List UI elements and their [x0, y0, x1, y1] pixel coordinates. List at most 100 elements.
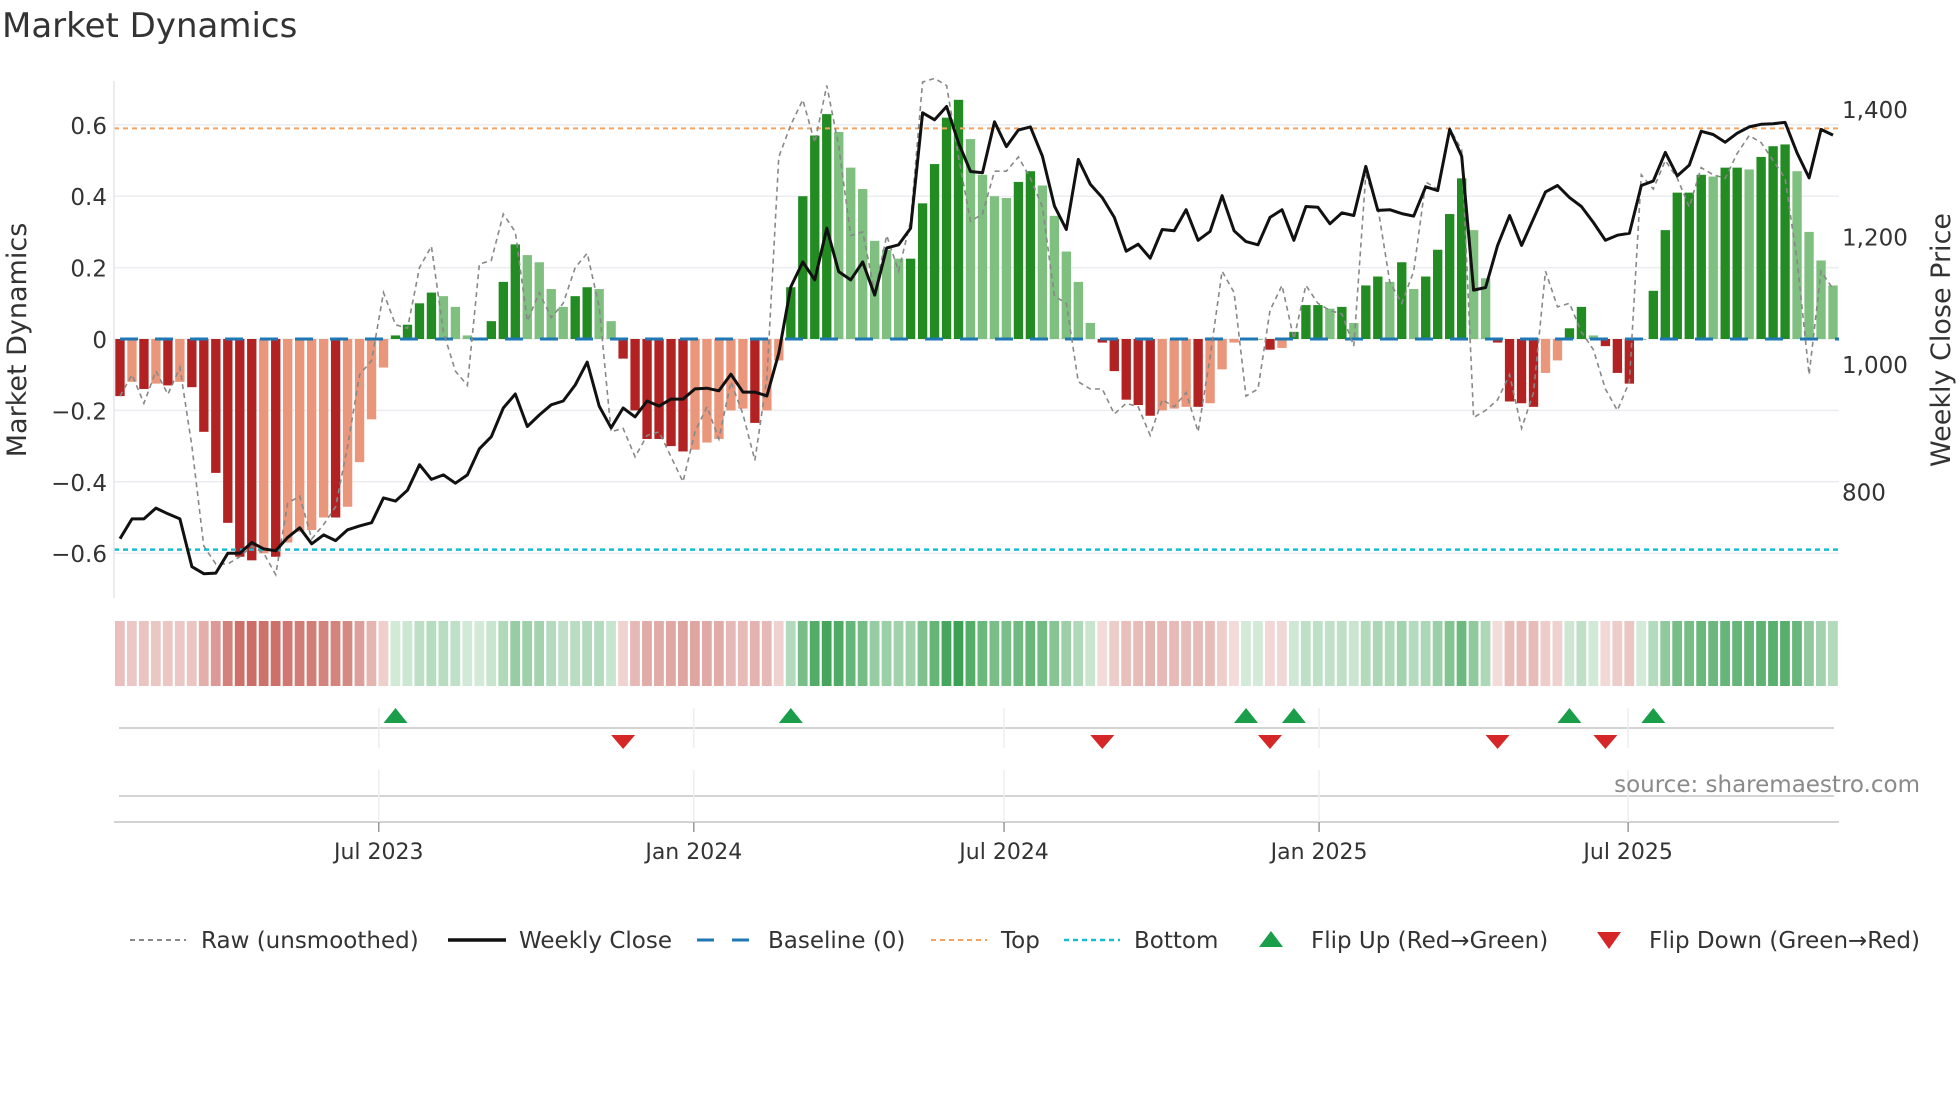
dynamics-bar — [1205, 339, 1215, 404]
heat-cell — [1744, 621, 1754, 686]
dynamics-bar — [235, 339, 245, 557]
heat-cell — [1468, 621, 1479, 686]
dynamics-bar — [498, 281, 508, 339]
dynamics-bar — [510, 244, 520, 339]
dynamics-bar — [1540, 339, 1551, 373]
dynamics-bar — [558, 306, 568, 339]
y2-tick-label: 1,200 — [1842, 226, 1908, 252]
dynamics-bar — [834, 131, 844, 339]
heat-cell — [1360, 621, 1371, 686]
heat-cell — [821, 621, 832, 686]
heat-cell — [258, 621, 269, 686]
dynamics-bar — [223, 339, 233, 523]
dynamics-bar — [1756, 156, 1766, 339]
market-dynamics-chart: −0.6 −0.4 −0.2 0 0.2 0.4 0.6 800 1,000 1,200 1,400… — [2, 77, 1957, 954]
dynamics-bar — [283, 339, 293, 543]
heat-cell — [1061, 621, 1072, 686]
heat-cell — [606, 621, 616, 686]
dynamics-bar — [989, 196, 1000, 339]
heat-cell — [498, 621, 509, 686]
heat-cell — [246, 621, 257, 686]
y-tick-label: 0.4 — [70, 185, 107, 211]
heat-cell — [426, 621, 437, 686]
heat-cell — [1109, 621, 1120, 686]
heat-cell — [809, 621, 820, 686]
flip-down-marker — [1485, 735, 1510, 749]
legend-label-raw: Raw (unsmoothed) — [201, 928, 419, 954]
dynamics-bar — [1648, 290, 1658, 339]
heat-cell — [402, 621, 413, 686]
flip-markers — [114, 708, 1839, 832]
x-tick-label: Jan 2024 — [643, 840, 742, 865]
dynamics-bar — [271, 339, 281, 557]
dynamics-bar — [1121, 339, 1131, 400]
heat-cell — [1253, 621, 1263, 686]
heat-cell — [1768, 621, 1778, 686]
dynamics-bar — [1528, 339, 1539, 407]
x-tick-label: Jul 2024 — [957, 840, 1049, 865]
heat-cell — [1492, 621, 1503, 686]
dynamics-bar — [426, 292, 437, 339]
heat-cell — [678, 621, 688, 686]
flip-down-marker — [611, 735, 636, 749]
dynamics-bar — [1672, 192, 1682, 339]
heat-cell — [618, 621, 628, 686]
dynamics-bar — [1828, 285, 1838, 339]
heat-strip — [115, 621, 1838, 686]
heat-cell — [1013, 621, 1024, 686]
flip-down-marker — [1090, 735, 1115, 749]
heat-cell — [1324, 621, 1335, 686]
heat-cell — [1720, 621, 1730, 686]
dynamics-bar — [1025, 171, 1036, 339]
heat-cell — [1732, 621, 1742, 686]
heat-cell — [1097, 621, 1108, 686]
raw-line — [119, 77, 1834, 577]
heat-cell — [654, 621, 664, 686]
dynamics-bar — [163, 339, 173, 386]
heat-cell — [234, 621, 245, 686]
heat-cell — [941, 621, 952, 686]
flip-up-marker — [1641, 708, 1666, 723]
heat-cell — [306, 621, 317, 686]
dynamics-bar — [1013, 181, 1024, 339]
dynamics-bar — [546, 289, 556, 339]
dynamics-bar — [1157, 339, 1167, 411]
dynamics-bar — [606, 321, 616, 339]
heat-cell — [1181, 621, 1191, 686]
heat-cell — [1193, 621, 1203, 686]
dynamics-bar — [618, 339, 628, 359]
heat-cell — [450, 621, 461, 686]
x-tick-label: Jul 2023 — [332, 840, 424, 865]
heat-cell — [977, 621, 988, 686]
dynamics-bar — [211, 339, 221, 473]
heat-cell — [1121, 621, 1132, 686]
heat-cell — [294, 621, 305, 686]
heat-cell — [1372, 621, 1383, 686]
heat-cell — [1229, 621, 1239, 686]
heat-cell — [1001, 621, 1012, 686]
dynamics-bar — [1552, 339, 1563, 361]
heat-cell — [174, 621, 185, 686]
dynamics-bar — [1133, 339, 1143, 406]
flip-up-marker — [1234, 708, 1259, 723]
heat-cell — [785, 621, 796, 686]
heat-cell — [1037, 621, 1048, 686]
heat-cell — [474, 621, 485, 686]
heat-cell — [1420, 621, 1431, 686]
dynamics-bar — [1696, 174, 1706, 339]
heat-cell — [845, 621, 856, 686]
dynamics-bar — [750, 339, 760, 423]
heat-cell — [1336, 621, 1347, 686]
dynamics-bar — [1564, 328, 1575, 339]
heat-cell — [1504, 621, 1515, 686]
dynamics-bar — [1421, 276, 1431, 339]
heat-cell — [929, 621, 940, 686]
heat-cell — [749, 621, 760, 686]
dynamics-bar — [247, 339, 257, 561]
heat-cell — [162, 621, 173, 686]
heat-cell — [1828, 621, 1838, 686]
dynamics-bar — [917, 203, 928, 339]
dynamics-bar — [1804, 231, 1814, 339]
heat-cell — [462, 621, 473, 686]
heat-cell — [1073, 621, 1084, 686]
